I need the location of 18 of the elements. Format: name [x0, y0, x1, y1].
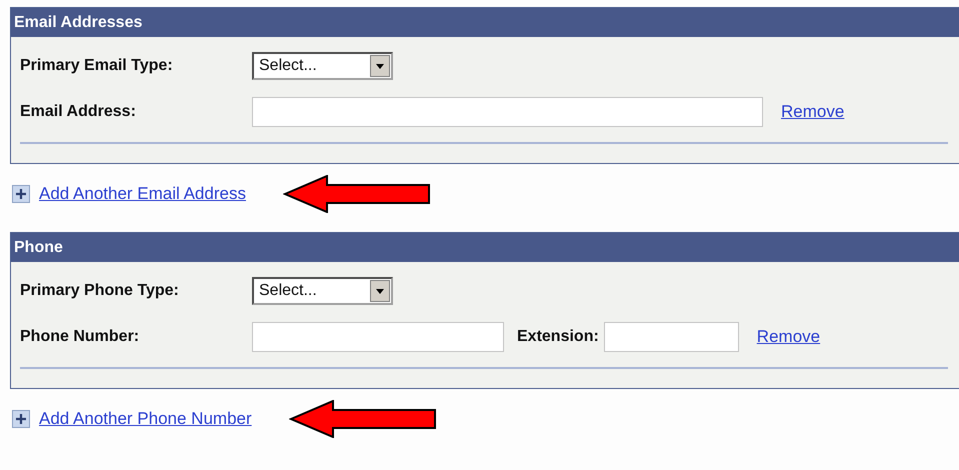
input-field[interactable]: [252, 322, 504, 352]
type-dropdown[interactable]: Select...: [252, 277, 393, 305]
plus-icon[interactable]: [12, 185, 30, 203]
field-label: Phone Number:: [20, 328, 140, 346]
section-header: Email Addresses: [11, 8, 959, 37]
field-label: Email Address:: [20, 103, 137, 121]
section-header: Phone: [11, 233, 959, 262]
field-label: Extension:: [517, 328, 599, 346]
remove-link[interactable]: Remove: [781, 102, 844, 122]
add-link[interactable]: Add Another Phone Number: [39, 409, 252, 429]
add-link[interactable]: Add Another Email Address: [39, 184, 246, 204]
field-label: Primary Email Type:: [20, 57, 174, 75]
input-field[interactable]: [252, 97, 763, 127]
type-dropdown[interactable]: Select...: [252, 52, 393, 80]
remove-link[interactable]: Remove: [756, 327, 820, 347]
input-field[interactable]: [604, 322, 739, 352]
field-label: Primary Phone Type:: [20, 282, 180, 300]
plus-icon[interactable]: [12, 410, 30, 428]
